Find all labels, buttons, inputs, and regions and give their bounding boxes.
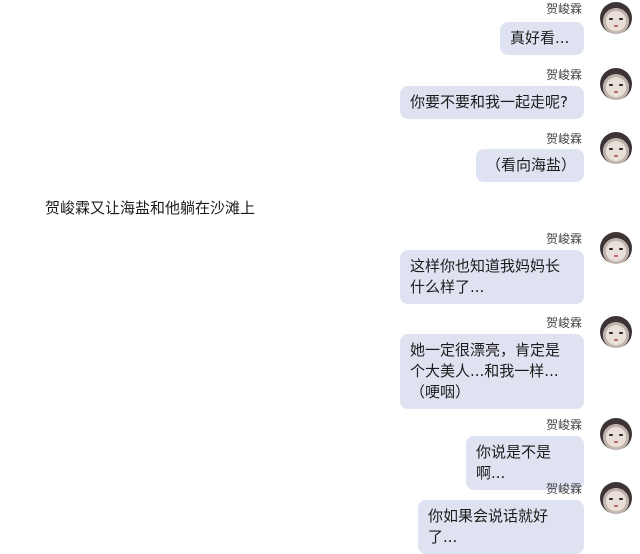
narration-text: 贺峻霖又让海盐和他躺在沙滩上 (45, 199, 256, 217)
sender-avatar[interactable] (600, 2, 632, 34)
message-bubble: 真好看... (500, 22, 584, 55)
sender-avatar[interactable] (600, 132, 632, 164)
message-bubble: 你要不要和我一起走呢? (400, 86, 584, 119)
sender-name: 贺峻霖 (545, 418, 582, 432)
sender-avatar[interactable] (600, 316, 632, 348)
sender-avatar[interactable] (600, 418, 632, 450)
message-bubble: （看向海盐） (476, 149, 584, 182)
sender-name: 贺峻霖 (545, 2, 582, 16)
message-bubble: 你如果会说话就好了... (418, 500, 584, 554)
sender-avatar[interactable] (600, 68, 632, 100)
sender-avatar[interactable] (600, 232, 632, 264)
message-bubble: 她一定很漂亮，肯定是个大美人...和我一样...（哽咽） (400, 334, 584, 409)
sender-name: 贺峻霖 (545, 482, 582, 496)
sender-avatar[interactable] (600, 482, 632, 514)
chat-view: 贺峻霖 真好看... 贺峻霖 你要不要和我一起走呢? 贺峻霖 （看向海盐） 贺峻… (0, 0, 640, 554)
sender-name: 贺峻霖 (545, 68, 582, 82)
sender-name: 贺峻霖 (545, 132, 582, 146)
sender-name: 贺峻霖 (545, 316, 582, 330)
message-bubble: 这样你也知道我妈妈长什么样了... (400, 250, 584, 304)
sender-name: 贺峻霖 (545, 232, 582, 246)
